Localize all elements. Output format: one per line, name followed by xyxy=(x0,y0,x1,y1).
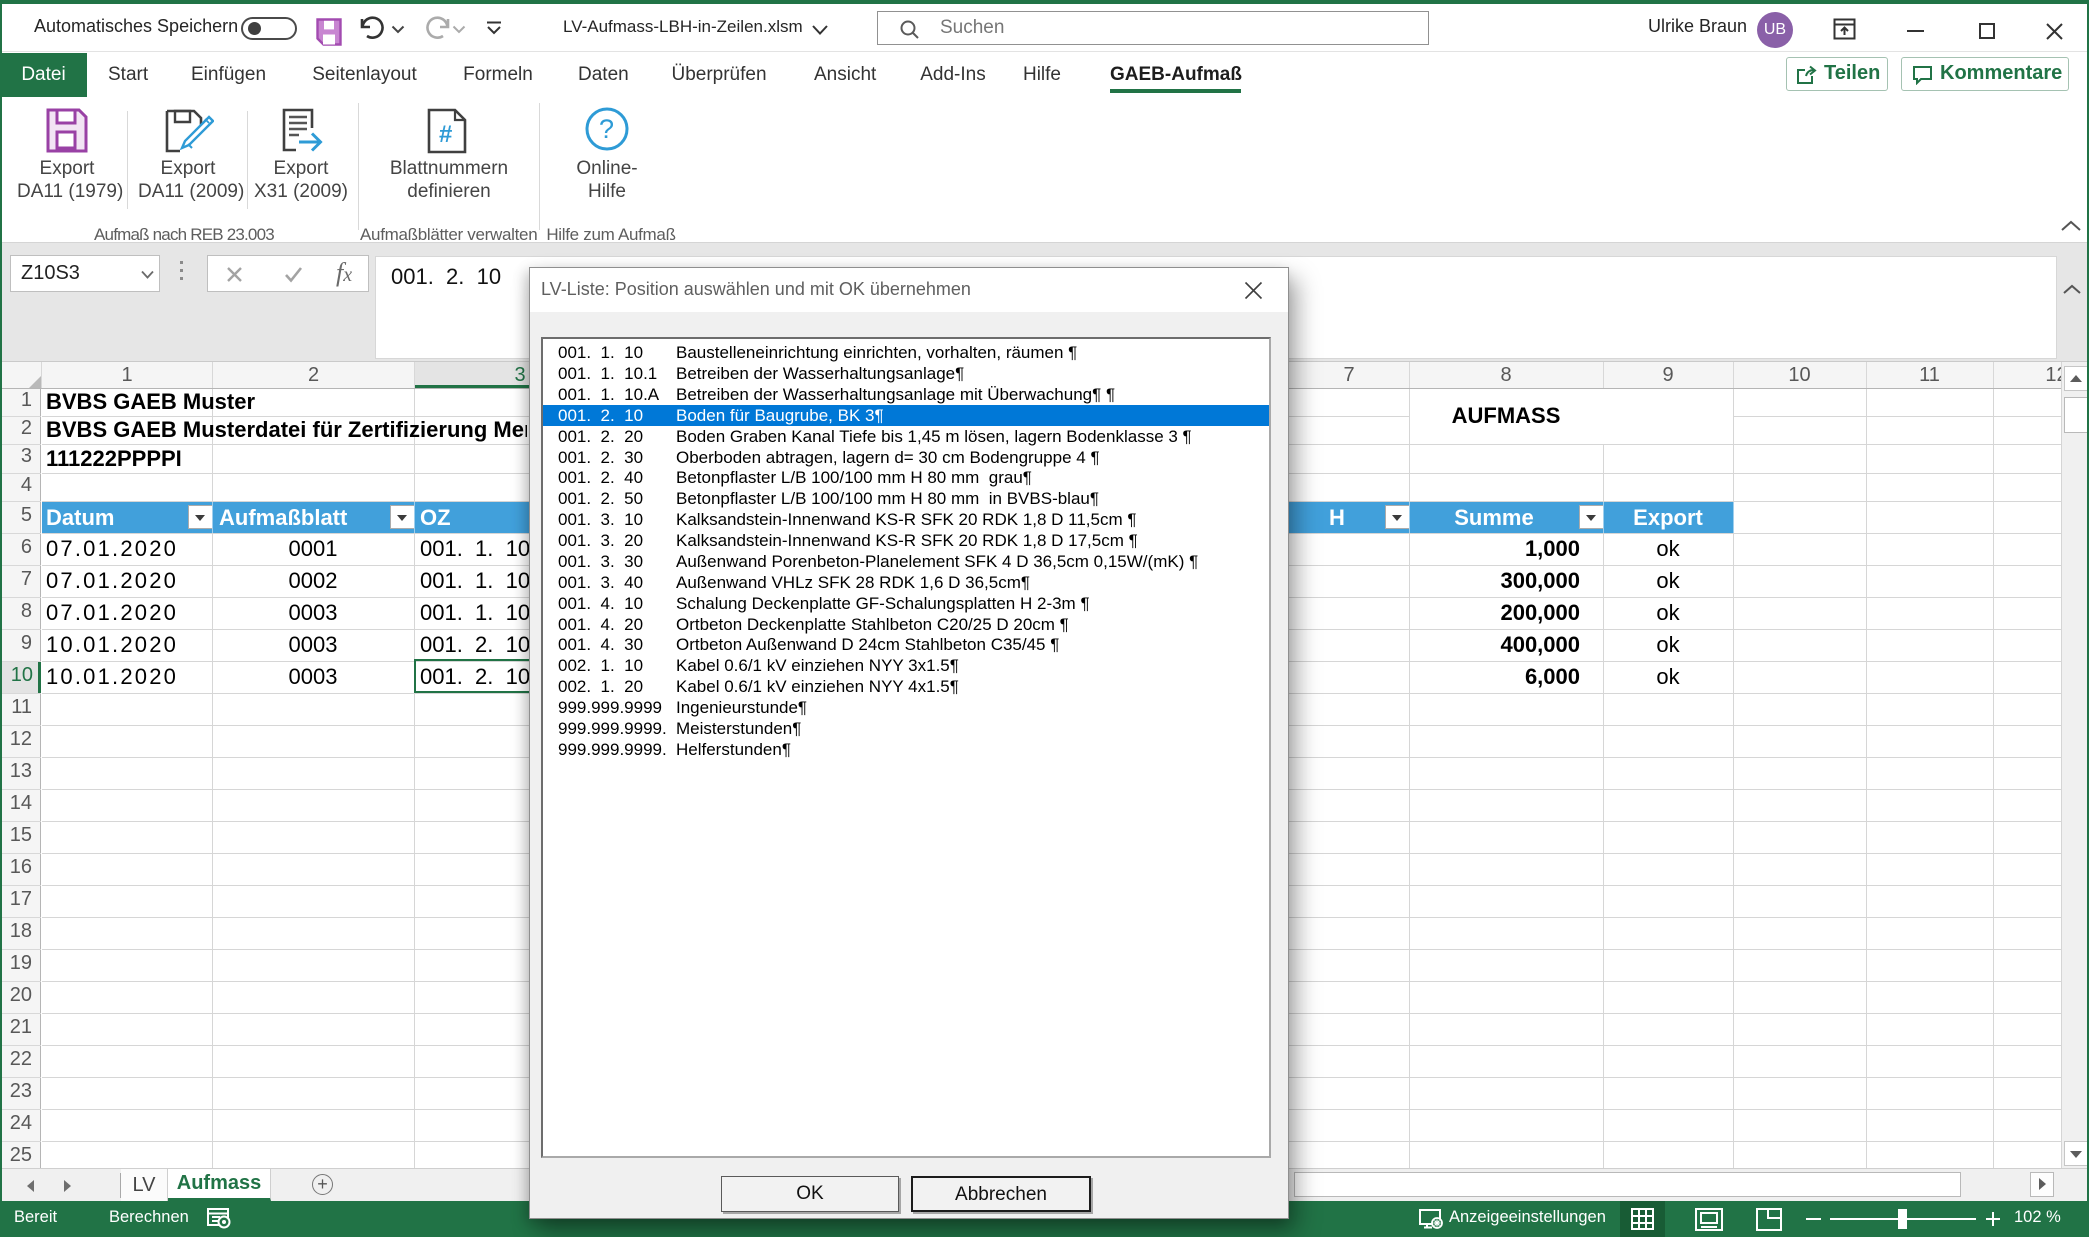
svg-text:?: ? xyxy=(599,114,614,144)
svg-text:#: # xyxy=(439,121,452,148)
